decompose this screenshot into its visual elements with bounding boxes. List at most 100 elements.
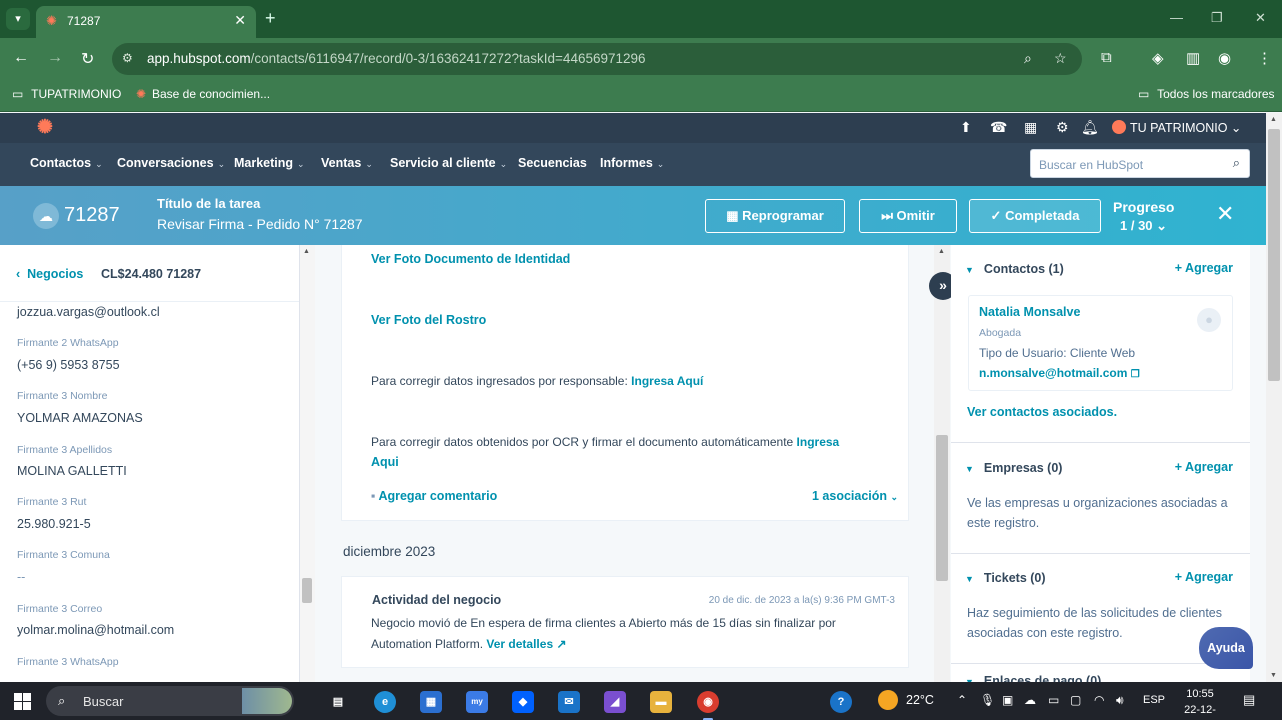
side-panel-icon[interactable]: ▥ — [1186, 49, 1200, 67]
profile-avatar[interactable]: ◉ — [1218, 49, 1231, 67]
progress-dropdown[interactable]: 1 / 30 ⌄ — [1120, 218, 1167, 234]
marketplace-icon[interactable]: ▦ — [1024, 119, 1037, 136]
contacts-section-toggle[interactable]: ▼ Contactos (1) — [965, 262, 1064, 276]
id-document-photo-link[interactable]: Ver Foto Documento de Identidad — [371, 252, 570, 266]
scrollbar-thumb[interactable] — [302, 578, 312, 603]
settings-gear-icon[interactable]: ⚙ — [1056, 119, 1069, 136]
wifi-icon[interactable]: ◠ — [1094, 693, 1104, 707]
tray-overflow-icon[interactable]: ⌃ — [957, 693, 967, 707]
contact-email-link[interactable]: n.monsalve@hotmail.com ❐ — [979, 366, 1140, 380]
dropbox-icon[interactable]: ◆ — [512, 691, 534, 713]
back-to-deals-link[interactable]: ‹ Negocios — [16, 267, 83, 281]
taskbar-search-input[interactable]: ⌕ Buscar — [46, 686, 294, 716]
nav-informes[interactable]: Informes ⌄ — [600, 156, 664, 170]
help-app-icon[interactable]: ? — [830, 691, 852, 713]
add-comment-button[interactable]: ▪ Agregar comentario — [371, 489, 497, 503]
task-view-icon[interactable]: ▤ — [327, 691, 349, 713]
page-scrollbar[interactable]: ▲ ▼ — [1266, 113, 1282, 682]
browser-tab[interactable]: ✺ 71287 ✕ — [36, 6, 256, 38]
add-contact-button[interactable]: + Agregar — [1175, 261, 1233, 275]
file-explorer-icon[interactable]: ▬ — [650, 691, 672, 713]
view-associated-contacts-link[interactable]: Ver contactos asociados. — [967, 405, 1117, 419]
fix-ocr-link-continued[interactable]: Aqui — [371, 455, 399, 469]
cloud-icon[interactable]: ☁ — [1024, 693, 1036, 707]
bookmark-star-icon[interactable]: ☆ — [1054, 50, 1067, 67]
edge-browser-icon[interactable]: e — [374, 691, 396, 713]
volume-icon[interactable]: 🔊︎ — [1116, 693, 1124, 708]
reload-icon[interactable]: ↻ — [81, 49, 94, 69]
network-icon[interactable]: ▭ — [1048, 693, 1059, 707]
microsoft-store-icon[interactable]: ▦ — [420, 691, 442, 713]
property-value[interactable]: 25.980.921-5 — [17, 517, 91, 531]
temperature[interactable]: 22°C — [906, 693, 934, 707]
nav-secuencias[interactable]: Secuencias — [518, 156, 587, 170]
system-clock[interactable]: 10:55 22-12-2023 — [1172, 686, 1228, 720]
reschedule-button[interactable]: ▦ Reprogramar — [705, 199, 845, 233]
property-value[interactable]: -- — [17, 570, 25, 584]
payment-links-section-toggle[interactable]: ▼ Enlaces de pago (0) — [965, 674, 1101, 682]
associations-dropdown[interactable]: 1 asociación ⌄ — [812, 489, 898, 503]
complete-button[interactable]: ✓ Completada — [969, 199, 1101, 233]
display-icon[interactable]: ▢ — [1070, 693, 1081, 707]
weather-icon[interactable] — [878, 690, 898, 710]
help-button[interactable]: Ayuda — [1199, 627, 1253, 669]
back-arrow-icon[interactable]: ← — [13, 49, 29, 67]
mail-icon[interactable]: ✉ — [558, 691, 580, 713]
nav-ventas[interactable]: Ventas ⌄ — [321, 156, 373, 170]
fix-responsible-link[interactable]: Ingresa Aquí — [631, 374, 703, 388]
tab-search-button[interactable]: ▾ — [6, 8, 30, 30]
account-menu[interactable]: TU PATRIMONIO ⌄ — [1112, 120, 1241, 135]
address-bar[interactable]: ⚙ app.hubspot.com/contacts/6116947/recor… — [112, 43, 1082, 75]
property-value[interactable]: yolmar.molina@hotmail.com — [17, 623, 174, 637]
add-ticket-button[interactable]: + Agregar — [1175, 570, 1233, 584]
skip-button[interactable]: ⏭ Omitir — [859, 199, 957, 233]
input-language[interactable]: ESP — [1143, 694, 1165, 706]
add-company-button[interactable]: + Agregar — [1175, 460, 1233, 474]
view-details-link[interactable]: Ver detalles ↗ — [486, 637, 566, 651]
hubspot-search-input[interactable]: Buscar en HubSpot ⌕ — [1030, 149, 1250, 178]
tray-app-icon[interactable]: ▣ — [1002, 693, 1013, 707]
forward-arrow-icon[interactable]: → — [47, 49, 63, 67]
close-task-icon[interactable]: ✕ — [1216, 203, 1234, 225]
minimize-icon[interactable]: — — [1170, 10, 1183, 25]
close-window-icon[interactable]: ✕ — [1255, 10, 1266, 26]
windows-start-icon[interactable] — [14, 693, 31, 710]
extension-icon[interactable]: ◈ — [1152, 49, 1164, 67]
all-bookmarks[interactable]: ▭ Todos los marcadores — [1138, 87, 1275, 101]
contact-name-link[interactable]: Natalia Monsalve — [979, 305, 1080, 319]
tickets-section-toggle[interactable]: ▼ Tickets (0) — [965, 571, 1046, 585]
app-icon[interactable]: ◢ — [604, 691, 626, 713]
center-scrollbar[interactable]: ▲ — [934, 245, 950, 682]
left-scrollbar[interactable]: ▲ — [300, 245, 315, 682]
new-tab-icon[interactable]: + — [265, 8, 276, 28]
property-value[interactable]: (+56 9) 5953 8755 — [17, 358, 120, 372]
notifications-bell-icon[interactable]: 🔔︎ — [1081, 119, 1099, 136]
scrollbar-thumb[interactable] — [936, 435, 948, 581]
property-value[interactable]: YOLMAR AMAZONAS — [17, 411, 143, 425]
nav-conversaciones[interactable]: Conversaciones ⌄ — [117, 156, 225, 170]
mylio-app-icon[interactable]: my — [466, 691, 488, 713]
property-value[interactable]: jozzua.vargas@outlook.cl — [17, 305, 160, 319]
chrome-browser-icon[interactable]: ◉ — [697, 691, 719, 720]
fix-ocr-link[interactable]: Ingresa — [797, 435, 840, 449]
copy-icon[interactable]: ❐ — [1131, 369, 1140, 380]
search-icon[interactable]: ⌕ — [1024, 50, 1032, 67]
menu-kebab-icon[interactable]: ⋮ — [1257, 49, 1272, 67]
calling-icon[interactable]: ☎ — [990, 119, 1007, 136]
restore-icon[interactable]: ❐ — [1211, 10, 1223, 26]
upgrade-icon[interactable]: ⬆ — [960, 119, 972, 136]
nav-contactos[interactable]: Contactos ⌄ — [30, 156, 103, 170]
nav-marketing[interactable]: Marketing ⌄ — [234, 156, 305, 170]
companies-section-toggle[interactable]: ▼ Empresas (0) — [965, 461, 1062, 475]
notifications-icon[interactable]: ▤ — [1243, 692, 1255, 708]
nav-servicio-cliente[interactable]: Servicio al cliente ⌄ — [390, 156, 507, 170]
bookmark-tupatrimonio[interactable]: ▭ TUPATRIMONIO — [12, 87, 121, 101]
search-icon[interactable]: ⌕ — [1233, 155, 1240, 171]
scrollbar-thumb[interactable] — [1268, 129, 1280, 381]
microphone-icon[interactable]: 🎙︎ — [980, 693, 995, 707]
face-photo-link[interactable]: Ver Foto del Rostro — [371, 313, 486, 327]
property-value[interactable]: MOLINA GALLETTI — [17, 464, 127, 478]
site-info-icon[interactable]: ⚙ — [122, 51, 133, 65]
bookmark-base-conocimiento[interactable]: ✺ Base de conocimien... — [136, 87, 270, 101]
close-tab-icon[interactable]: ✕ — [234, 12, 246, 29]
